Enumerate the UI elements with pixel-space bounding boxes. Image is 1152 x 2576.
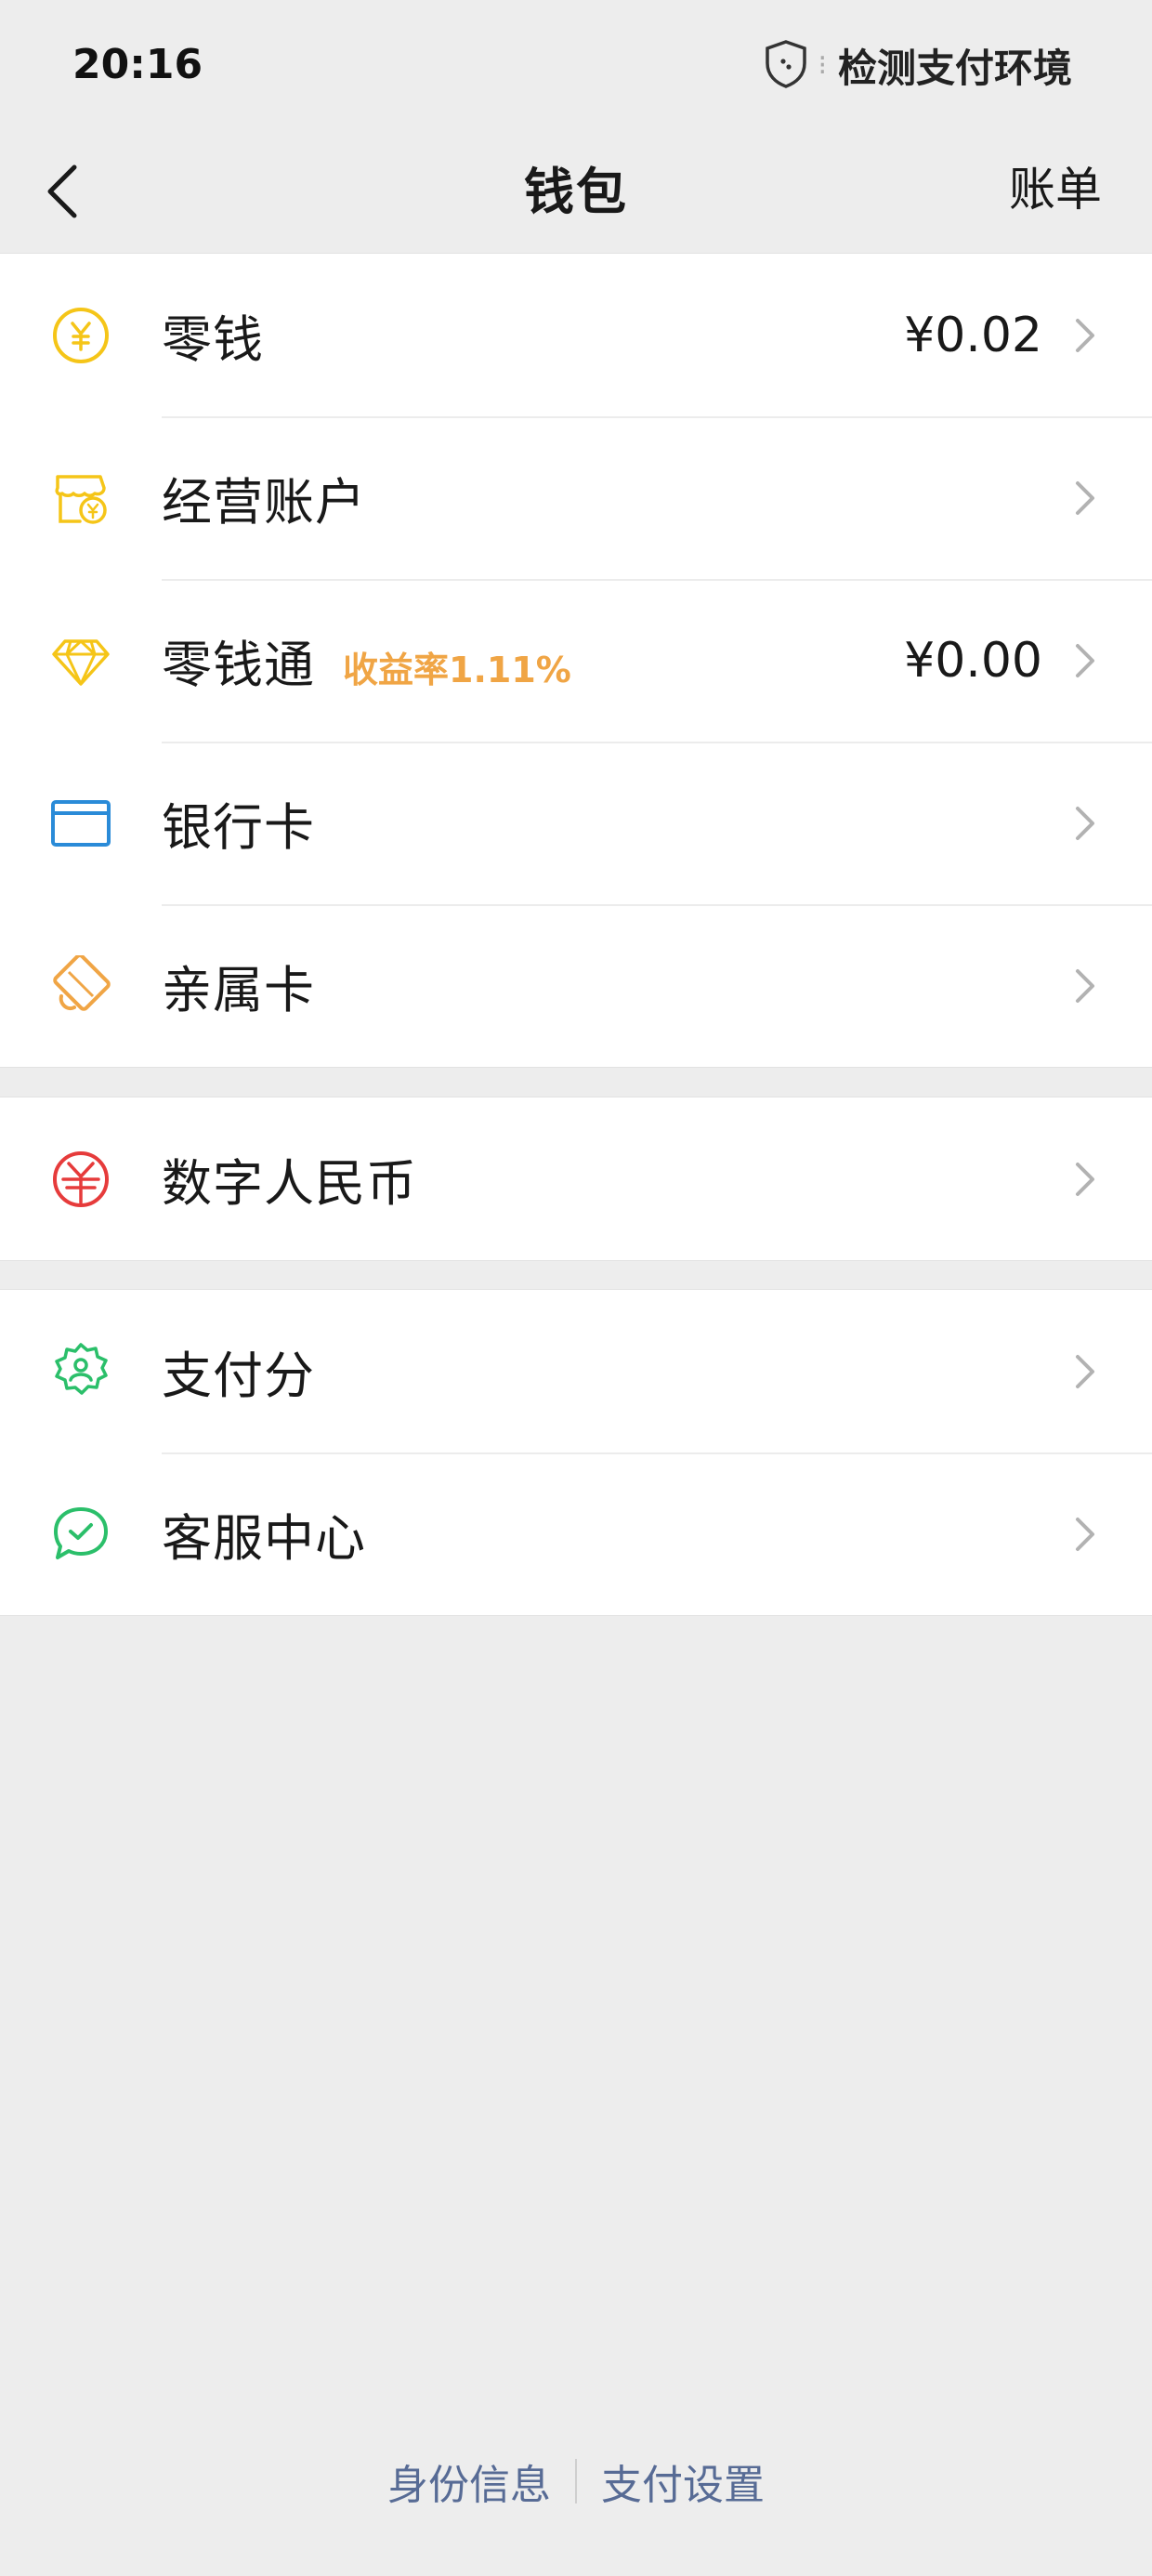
family-card-icon [50,954,111,1017]
chevron-right-icon [1076,1517,1094,1551]
wallet-group-services: 支付分 客服中心 [0,1289,1152,1616]
wallet-item-label: 亲属卡 [162,961,315,1019]
wallet-item-label: 零钱通 收益率1.11% [162,636,571,694]
wallet-item-digital-rmb[interactable]: 数字人民币 [0,1097,1152,1260]
badge-user-icon [50,1341,111,1402]
chevron-right-icon [1076,643,1094,677]
balance-value: ¥0.00 [904,632,1042,689]
balance-value: ¥0.02 [904,307,1042,363]
chat-check-icon [50,1504,111,1565]
wallet-item-family-card[interactable]: 亲属卡 [0,904,1152,1067]
footer-divider [575,2459,577,2504]
chevron-right-icon [1076,968,1094,1003]
identity-info-link[interactable]: 身份信息 [387,2451,551,2511]
wallet-group-main: 零钱 ¥0.02 经营账户 零钱通 收益率1.11% ¥0.00 银行卡 亲属卡 [0,253,1152,1068]
status-bar: 20:16 ⁝ 检测支付环境 [0,0,1152,130]
shop-icon [50,467,111,529]
wallet-item-business-account[interactable]: 经营账户 [0,416,1152,579]
wallet-group-digital-rmb: 数字人民币 [0,1097,1152,1261]
yield-rate-badge: 收益率1.11% [343,650,571,690]
wallet-item-label: 零钱 [162,310,264,369]
wallet-item-pay-score[interactable]: 支付分 [0,1290,1152,1452]
wallet-item-label: 银行卡 [162,798,315,857]
chevron-right-icon [1076,318,1094,352]
wallet-item-change[interactable]: 零钱 ¥0.02 [0,254,1152,416]
diamond-icon [50,630,111,691]
card-icon [50,793,111,854]
payment-settings-link[interactable]: 支付设置 [601,2451,765,2511]
yen-coin-icon [50,305,111,366]
wallet-item-lingqiantong[interactable]: 零钱通 收益率1.11% ¥0.00 [0,579,1152,742]
nav-bar: 钱包 账单 [0,130,1152,253]
wallet-item-bank-card[interactable]: 银行卡 [0,742,1152,904]
dots-icon: ⁝ [818,49,827,82]
status-text: 检测支付环境 [837,46,1072,91]
chevron-right-icon [1076,806,1094,840]
wallet-item-label: 数字人民币 [162,1154,417,1213]
page-title: 钱包 [524,163,628,221]
wallet-item-label: 支付分 [162,1347,315,1405]
shield-icon [764,39,808,93]
wallet-item-label: 经营账户 [162,473,366,532]
digital-rmb-icon [50,1149,111,1210]
chevron-right-icon [1076,480,1094,515]
chevron-right-icon [1076,1354,1094,1388]
payment-env-indicator: ⁝ 检测支付环境 [764,37,1072,94]
footer-links: 身份信息 支付设置 [0,2451,1152,2511]
status-time: 20:16 [72,41,203,88]
wallet-item-label: 客服中心 [162,1509,366,1568]
bills-button[interactable]: 账单 [1009,152,1102,219]
chevron-right-icon [1076,1162,1094,1196]
wallet-item-customer-service[interactable]: 客服中心 [0,1452,1152,1615]
